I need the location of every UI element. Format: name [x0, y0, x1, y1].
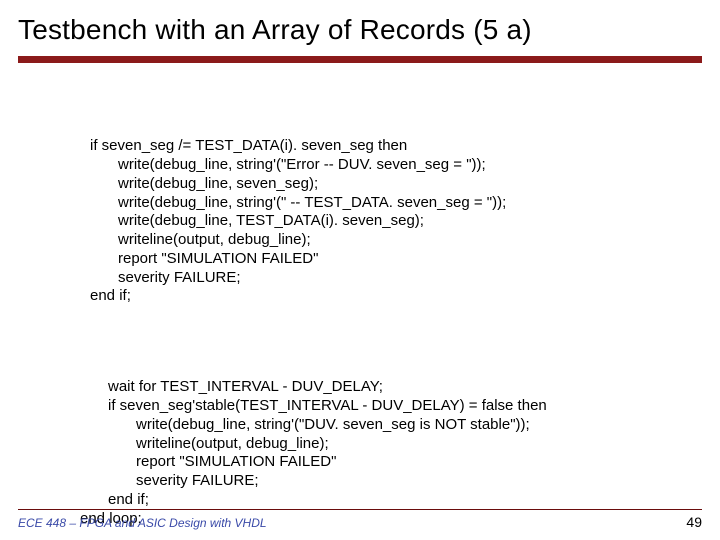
- code-line: wait for TEST_INTERVAL - DUV_DELAY;: [80, 378, 720, 397]
- footer: ECE 448 – FPGA and ASIC Design with VHDL…: [18, 514, 702, 530]
- code-line: end if;: [90, 287, 131, 304]
- code-line: write(debug_line, string'(" -- TEST_DATA…: [90, 194, 720, 213]
- title-rule: [18, 56, 702, 63]
- footer-divider: [18, 509, 702, 510]
- code-line: write(debug_line, string'("DUV. seven_se…: [80, 416, 720, 435]
- code-block: if seven_seg /= TEST_DATA(i). seven_seg …: [0, 63, 720, 540]
- code-group-1: if seven_seg /= TEST_DATA(i). seven_seg …: [90, 119, 720, 307]
- slide-title: Testbench with an Array of Records (5 a): [0, 0, 720, 56]
- code-group-2: wait for TEST_INTERVAL - DUV_DELAY;if se…: [80, 360, 720, 529]
- code-line: severity FAILURE;: [80, 472, 720, 491]
- code-line: write(debug_line, string'("Error -- DUV.…: [90, 156, 720, 175]
- code-line: if seven_seg /= TEST_DATA(i). seven_seg …: [90, 137, 407, 154]
- code-line: write(debug_line, seven_seg);: [90, 175, 720, 194]
- code-line: report "SIMULATION FAILED": [80, 453, 720, 472]
- code-line: writeline(output, debug_line);: [80, 435, 720, 454]
- code-line: if seven_seg'stable(TEST_INTERVAL - DUV_…: [80, 397, 720, 416]
- code-line: write(debug_line, TEST_DATA(i). seven_se…: [90, 212, 720, 231]
- footer-course: ECE 448 – FPGA and ASIC Design with VHDL: [18, 516, 267, 530]
- slide: Testbench with an Array of Records (5 a)…: [0, 0, 720, 540]
- code-line: report "SIMULATION FAILED": [90, 250, 720, 269]
- page-number: 49: [686, 514, 702, 530]
- code-line: end if;: [80, 491, 720, 510]
- code-line: writeline(output, debug_line);: [90, 231, 720, 250]
- code-line: severity FAILURE;: [90, 269, 720, 288]
